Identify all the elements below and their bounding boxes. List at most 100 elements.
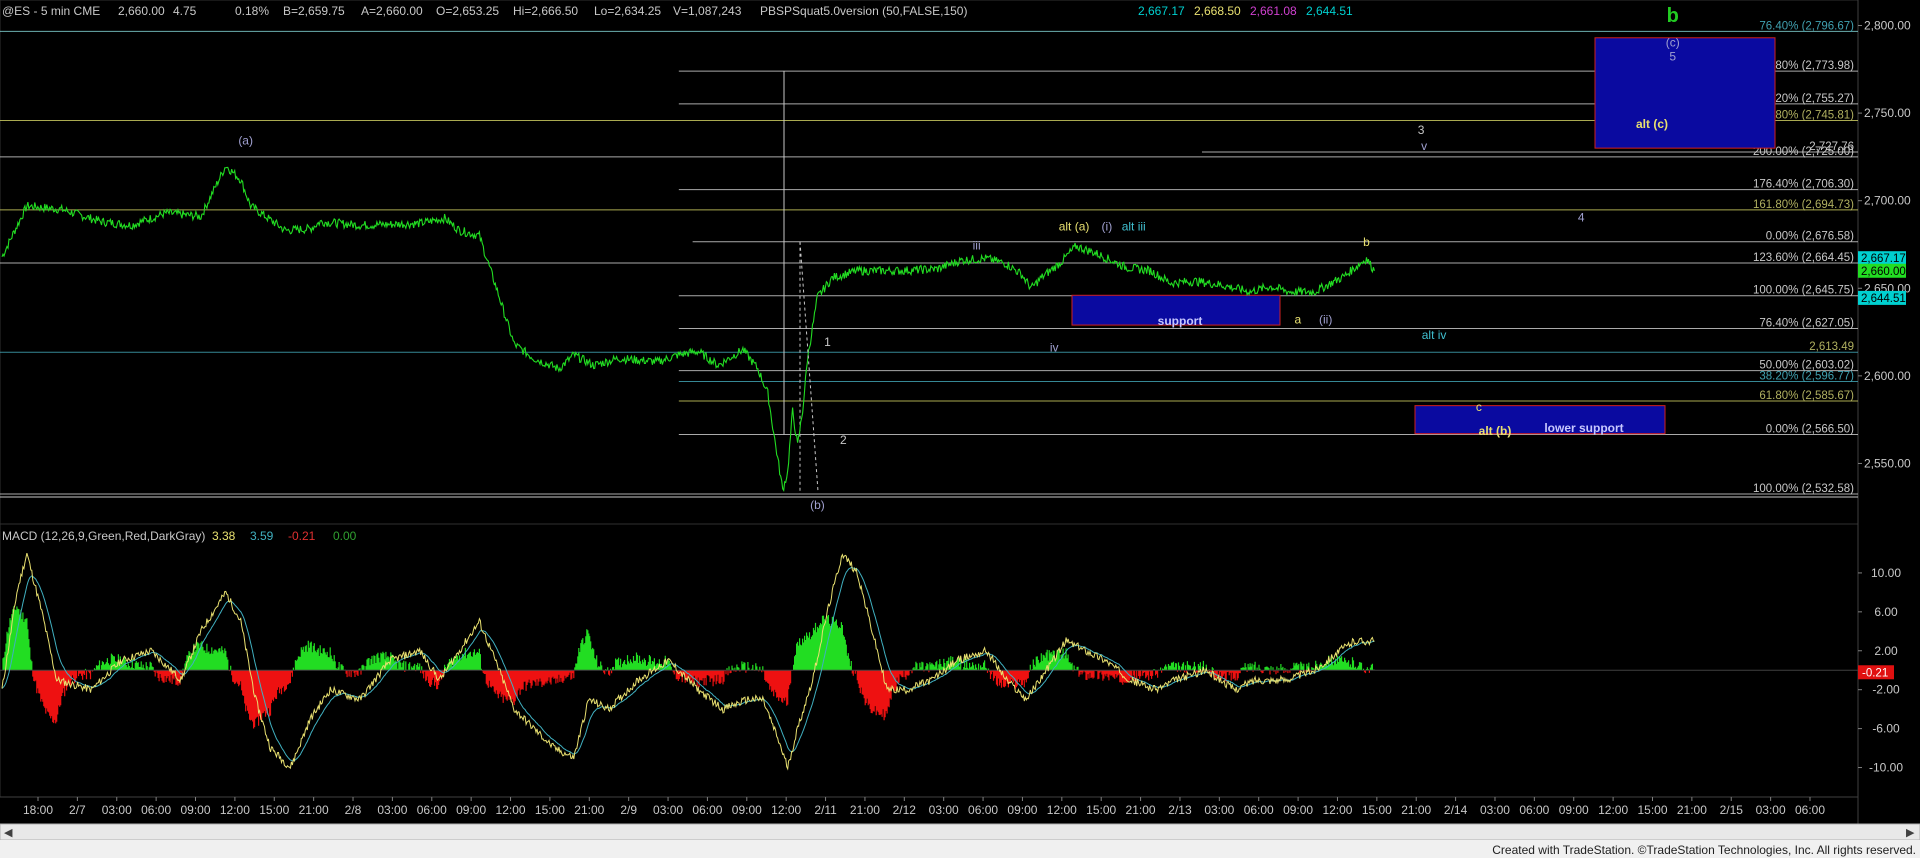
time-tick-label: 2/14 [1444,803,1468,817]
time-tick-label: 21:00 [574,803,604,817]
price-badge-label: 2,660.00 [1861,266,1906,278]
macd-value: 0.00 [333,529,357,543]
fib-label: 76.40% (2,796.67) [1759,20,1854,32]
time-tick-label: 12:00 [1047,803,1077,817]
fib-label: 61.80% (2,585.67) [1759,390,1854,402]
indicator-value: 2,661.08 [1250,4,1297,18]
wave-label: alt (a) [1059,219,1090,233]
time-tick-label: 2/8 [345,803,362,817]
time-tick-label: 12:00 [220,803,250,817]
time-tick-label: 06:00 [1519,803,1549,817]
fib-label: 0.00% (2,676.58) [1766,231,1854,243]
volume-label: V=1,087,243 [673,4,742,18]
last-price: 2,660.00 [118,4,165,18]
wave-label: (b) [810,498,825,512]
macd-tick-label: -2.00 [1872,683,1900,697]
macd-value: 3.38 [212,529,236,543]
time-tick-label: 12:00 [771,803,801,817]
wave-label: 3 [1418,123,1425,137]
scroll-left-arrow-icon[interactable]: ◀ [4,827,13,839]
macd-tick-label: 2.00 [1874,644,1898,658]
symbol-label: @ES - 5 min CME [2,4,100,18]
time-tick-label: 2/12 [893,803,917,817]
time-tick-label: 09:00 [456,803,486,817]
time-tick-label: 15:00 [259,803,289,817]
macd-value: -0.21 [288,529,316,543]
time-tick-label: 03:00 [102,803,132,817]
price-tick-label: 2,750.00 [1864,106,1911,120]
wave-label: 1 [824,335,831,349]
wave-label: 2 [840,433,847,447]
scroll-right-arrow-icon[interactable]: ▶ [1906,827,1915,839]
high-price: Hi=2,666.50 [513,4,578,18]
open-price: O=2,653.25 [436,4,499,18]
time-tick-label: 06:00 [417,803,447,817]
time-tick-label: 21:00 [1401,803,1431,817]
alt-c-target-box [1594,37,1776,149]
fib-label: 100.00% (2,645.75) [1753,285,1854,297]
time-tick-label: 09:00 [1559,803,1589,817]
time-tick-label: 12:00 [1322,803,1352,817]
copyright-footer: Created with TradeStation. ©TradeStation… [1492,843,1916,857]
price-badge-label: 2,644.51 [1861,293,1906,305]
fib-label: 38.20% (2,596.77) [1759,371,1854,383]
indicator-value: 2,644.51 [1306,4,1353,18]
wave-label: a [1294,312,1301,326]
wave-label: (c) [1666,36,1680,50]
support-box-label: support [1158,314,1203,328]
fib-label: 100.00% (2,532.58) [1753,483,1854,495]
time-tick-label: 09:00 [180,803,210,817]
chart-canvas[interactable]: @ES - 5 min CME 2,660.00 4.75 0.18% B=2,… [0,0,1920,858]
lower-support-box [1414,405,1666,435]
wave-label: 4 [1578,211,1585,225]
indicator-value: 2,668.50 [1194,4,1241,18]
wave-label: (a) [238,134,253,148]
time-tick-label: 06:00 [968,803,998,817]
time-tick-label: 06:00 [141,803,171,817]
macd-tick-label: -10.00 [1869,761,1903,775]
price-tick-label: 2,700.00 [1864,194,1911,208]
time-tick-label: 03:00 [1204,803,1234,817]
fib-label: 76.40% (2,627.05) [1759,317,1854,329]
time-tick-label: 2/11 [814,803,837,817]
time-tick-label: 06:00 [692,803,722,817]
horizontal-scrollbar[interactable] [0,823,1920,841]
time-tick-label: 2/13 [1168,803,1192,817]
wave-label: c [1476,400,1482,414]
time-tick-label: 21:00 [1126,803,1156,817]
macd-label: MACD (12,26,9,Green,Red,DarkGray) [2,529,205,543]
time-tick-label: 03:00 [1480,803,1510,817]
time-tick-label: 06:00 [1795,803,1825,817]
price-badge-label: 2,667.17 [1861,253,1906,265]
time-tick-label: 2/7 [69,803,86,817]
time-tick-label: 12:00 [1598,803,1628,817]
time-tick-label: 21:00 [1677,803,1707,817]
time-tick-label: 15:00 [1362,803,1392,817]
price-panel[interactable] [0,0,1859,525]
macd-tick-label: 10.00 [1871,566,1901,580]
fib-label: 176.40% (2,706.30) [1753,179,1854,191]
ask-price: A=2,660.00 [361,4,423,18]
time-tick-label: 2/9 [620,803,637,817]
time-tick-label: 18:00 [23,803,53,817]
time-tick-label: 03:00 [377,803,407,817]
pct-change: 0.18% [235,4,269,18]
fib-label: 0.00% (2,566.50) [1766,424,1854,436]
time-tick-label: 06:00 [1244,803,1274,817]
wave-label: b [1363,235,1370,249]
wave-label: iv [1050,340,1059,354]
time-tick-label: 09:00 [732,803,762,817]
net-change: 4.75 [173,4,197,18]
wave-label: 5 [1669,50,1676,64]
wave-label: b [1667,5,1679,27]
macd-badge-label: -0.21 [1862,667,1888,679]
fib-label: 161.80% (2,694.73) [1753,199,1854,211]
time-axis: 18:00 2/7 03:00 06:00 09:00 12:00 15:00 21:00 2/… [0,796,1858,817]
wave-label: iii [973,239,981,253]
macd-value: 3.59 [250,529,274,543]
bid-price: B=2,659.75 [283,4,345,18]
time-tick-label: 03:00 [653,803,683,817]
wave-label: alt iii [1122,219,1146,233]
macd-tick-label: 6.00 [1874,605,1898,619]
fib-label: 2,613.49 [1809,341,1854,353]
